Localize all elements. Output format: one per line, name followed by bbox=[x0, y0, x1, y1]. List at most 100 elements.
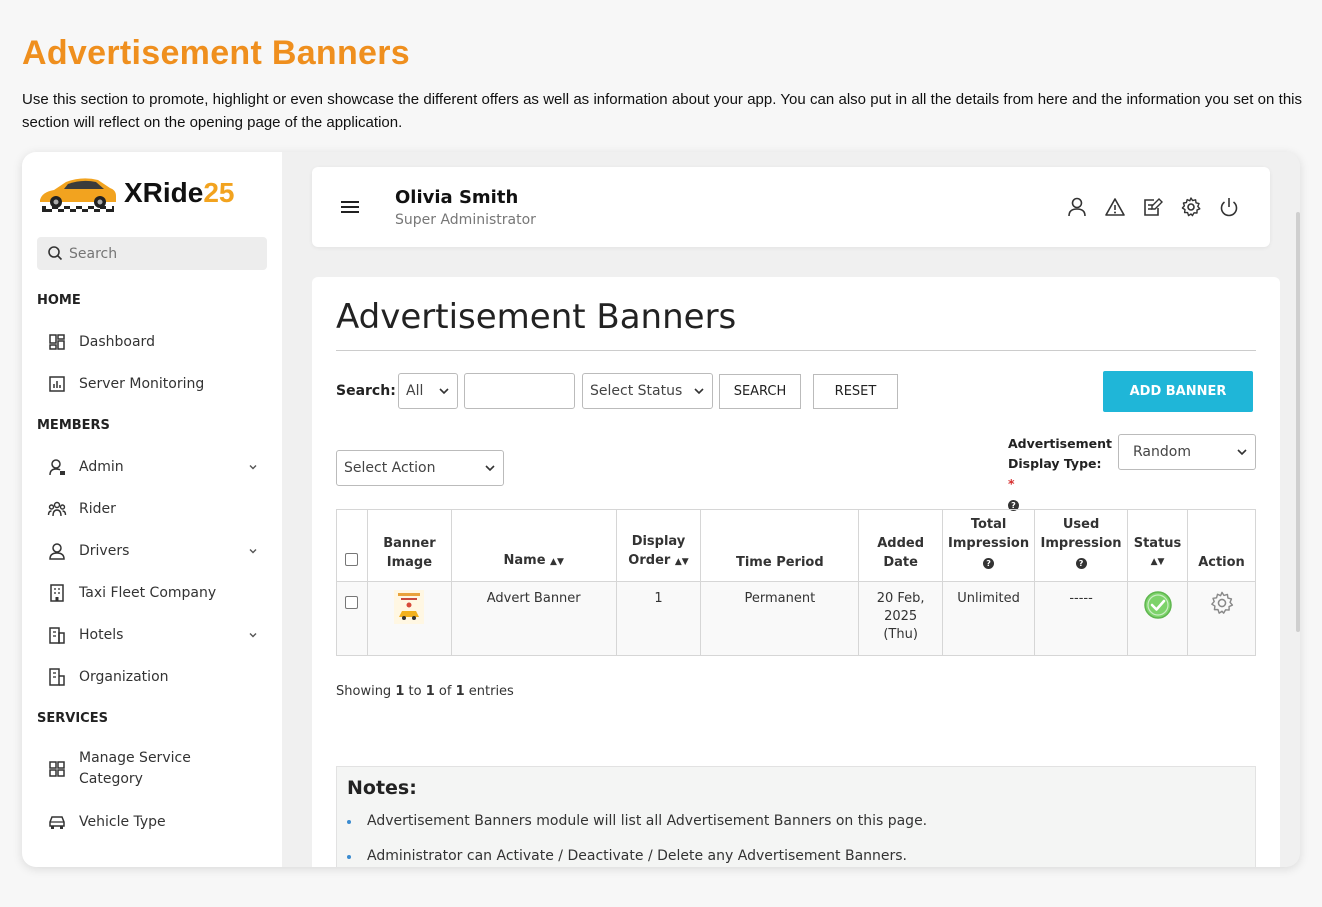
sidebar-item-label: Admin bbox=[79, 459, 124, 475]
display-type-value: Random bbox=[1133, 444, 1191, 460]
chevron-down-icon bbox=[249, 549, 257, 554]
section-members: MEMBERS bbox=[37, 418, 110, 433]
dashboard-icon bbox=[49, 334, 65, 350]
sidebar-search[interactable] bbox=[37, 237, 267, 270]
notes-list: Advertisement Banners module will list a… bbox=[347, 813, 927, 867]
sort-icon: ▲▼ bbox=[674, 557, 689, 567]
header-status[interactable]: Status ▲▼ bbox=[1127, 509, 1188, 582]
sidebar-item-label: Drivers bbox=[79, 543, 130, 559]
taxi-logo-icon bbox=[40, 178, 116, 212]
banner-name: Advert Banner bbox=[450, 581, 617, 656]
main-card: Advertisement Banners Search: All Select… bbox=[312, 277, 1280, 867]
sidebar-item-label: Dashboard bbox=[79, 334, 155, 350]
sidebar-search-input[interactable] bbox=[69, 237, 259, 270]
sidebar-item-manage-service-category[interactable]: Manage Service Category bbox=[37, 746, 267, 792]
sidebar-item-label: Hotels bbox=[79, 627, 124, 643]
pagination-info: Showing 1 to 1 of 1 entries bbox=[336, 684, 514, 699]
filter-select[interactable]: All bbox=[398, 373, 458, 409]
banner-action[interactable] bbox=[1187, 581, 1256, 656]
banner-order: 1 bbox=[615, 581, 702, 656]
sidebar-item-label: Organization bbox=[79, 669, 169, 685]
top-bar: Olivia Smith Super Administrator bbox=[312, 167, 1270, 247]
card-title: Advertisement Banners bbox=[336, 297, 737, 337]
sidebar-item-admin[interactable]: Admin bbox=[37, 449, 267, 485]
sidebar-item-vehicle-type[interactable]: Vehicle Type bbox=[37, 804, 267, 840]
section-services: SERVICES bbox=[37, 711, 108, 726]
banner-status[interactable] bbox=[1127, 581, 1188, 656]
menu-icon[interactable] bbox=[338, 197, 362, 217]
chart-icon bbox=[49, 376, 65, 392]
header-banner-image: Banner Image bbox=[366, 509, 452, 582]
sort-icon: ▲▼ bbox=[550, 557, 564, 567]
select-all-checkbox[interactable] bbox=[345, 553, 359, 566]
top-bar-actions bbox=[1066, 196, 1240, 218]
app-logo[interactable]: XRide25 bbox=[36, 170, 256, 220]
divider bbox=[336, 350, 1256, 351]
chevron-down-icon bbox=[1237, 449, 1247, 456]
search-button[interactable]: SEARCH bbox=[719, 374, 801, 409]
row-checkbox[interactable] bbox=[345, 596, 359, 609]
add-banner-button[interactable]: ADD BANNER bbox=[1103, 371, 1253, 412]
chevron-down-icon bbox=[439, 388, 449, 395]
rider-icon bbox=[47, 501, 67, 517]
reset-button[interactable]: RESET bbox=[813, 374, 898, 409]
display-type-label: Advertisement Display Type: * ? bbox=[1008, 436, 1112, 511]
note-item: Administrator can Activate / Deactivate … bbox=[347, 848, 927, 867]
note-item: Advertisement Banners module will list a… bbox=[347, 813, 927, 848]
user-name: Olivia Smith bbox=[395, 187, 519, 208]
help-icon[interactable]: ? bbox=[1075, 558, 1087, 569]
sidebar-item-hotels[interactable]: Hotels bbox=[37, 617, 267, 653]
display-type-select[interactable]: Random bbox=[1118, 434, 1256, 470]
chevron-down-icon bbox=[485, 465, 495, 472]
notes-panel: Notes: Advertisement Banners module will… bbox=[336, 766, 1256, 867]
section-home: HOME bbox=[37, 293, 81, 308]
grid-icon bbox=[49, 761, 65, 777]
action-select[interactable]: Select Action bbox=[336, 450, 504, 486]
sidebar-item-taxi-fleet-company[interactable]: Taxi Fleet Company bbox=[37, 575, 267, 611]
edit-note-icon[interactable] bbox=[1142, 196, 1164, 218]
active-status-icon bbox=[1143, 591, 1172, 619]
status-select[interactable]: Select Status bbox=[582, 373, 713, 409]
page-heading: Advertisement Banners bbox=[22, 34, 410, 72]
sidebar-item-dashboard[interactable]: Dashboard bbox=[37, 324, 267, 360]
action-select-value: Select Action bbox=[344, 460, 436, 476]
header-display-order[interactable]: Display Order ▲▼ bbox=[615, 509, 702, 582]
sidebar-item-organization[interactable]: Organization bbox=[37, 659, 267, 695]
sort-icon: ▲▼ bbox=[1150, 557, 1165, 567]
notes-title: Notes: bbox=[347, 777, 417, 799]
banners-table: Banner Image Name ▲▼ Display Order ▲▼ Time… bbox=[336, 509, 1256, 656]
organization-icon bbox=[49, 668, 65, 686]
sidebar-item-label: Server Monitoring bbox=[79, 376, 205, 392]
header-total-impression: Total Impression? bbox=[942, 509, 1036, 582]
search-label: Search: bbox=[336, 383, 396, 399]
search-input[interactable] bbox=[464, 373, 575, 409]
sidebar-item-label: Vehicle Type bbox=[79, 814, 166, 830]
header-action: Action bbox=[1187, 509, 1256, 582]
banner-period: Permanent bbox=[700, 581, 860, 656]
chevron-down-icon bbox=[694, 388, 704, 395]
gear-icon[interactable] bbox=[1180, 196, 1202, 218]
filter-select-value: All bbox=[406, 383, 424, 399]
power-icon[interactable] bbox=[1218, 196, 1240, 218]
sidebar-item-rider[interactable]: Rider bbox=[37, 491, 267, 527]
admin-icon bbox=[49, 459, 65, 476]
sidebar-item-label: Rider bbox=[79, 501, 116, 517]
header-name[interactable]: Name ▲▼ bbox=[450, 509, 617, 582]
app-window: XRide25 HOME Dashboard Server Monitoring… bbox=[22, 152, 1300, 867]
profile-icon[interactable] bbox=[1066, 196, 1088, 218]
page-description: Use this section to promote, highlight o… bbox=[22, 91, 1302, 131]
sidebar-item-server-monitoring[interactable]: Server Monitoring bbox=[37, 366, 267, 402]
user-role: Super Administrator bbox=[395, 212, 536, 228]
warning-icon[interactable] bbox=[1104, 196, 1126, 218]
sidebar-item-drivers[interactable]: Drivers bbox=[37, 533, 267, 569]
banner-thumbnail[interactable] bbox=[366, 581, 452, 656]
header-used-impression: Used Impression? bbox=[1034, 509, 1129, 582]
gear-icon[interactable] bbox=[1209, 590, 1235, 616]
hotel-icon bbox=[49, 627, 65, 644]
scrollbar[interactable] bbox=[1296, 212, 1300, 632]
banner-used-impression: ----- bbox=[1034, 581, 1129, 656]
banner-total-impression: Unlimited bbox=[942, 581, 1036, 656]
help-icon[interactable]: ? bbox=[983, 558, 995, 569]
header-time-period: Time Period bbox=[700, 509, 860, 582]
banner-added-date: 20 Feb, 2025 (Thu) bbox=[858, 581, 944, 656]
